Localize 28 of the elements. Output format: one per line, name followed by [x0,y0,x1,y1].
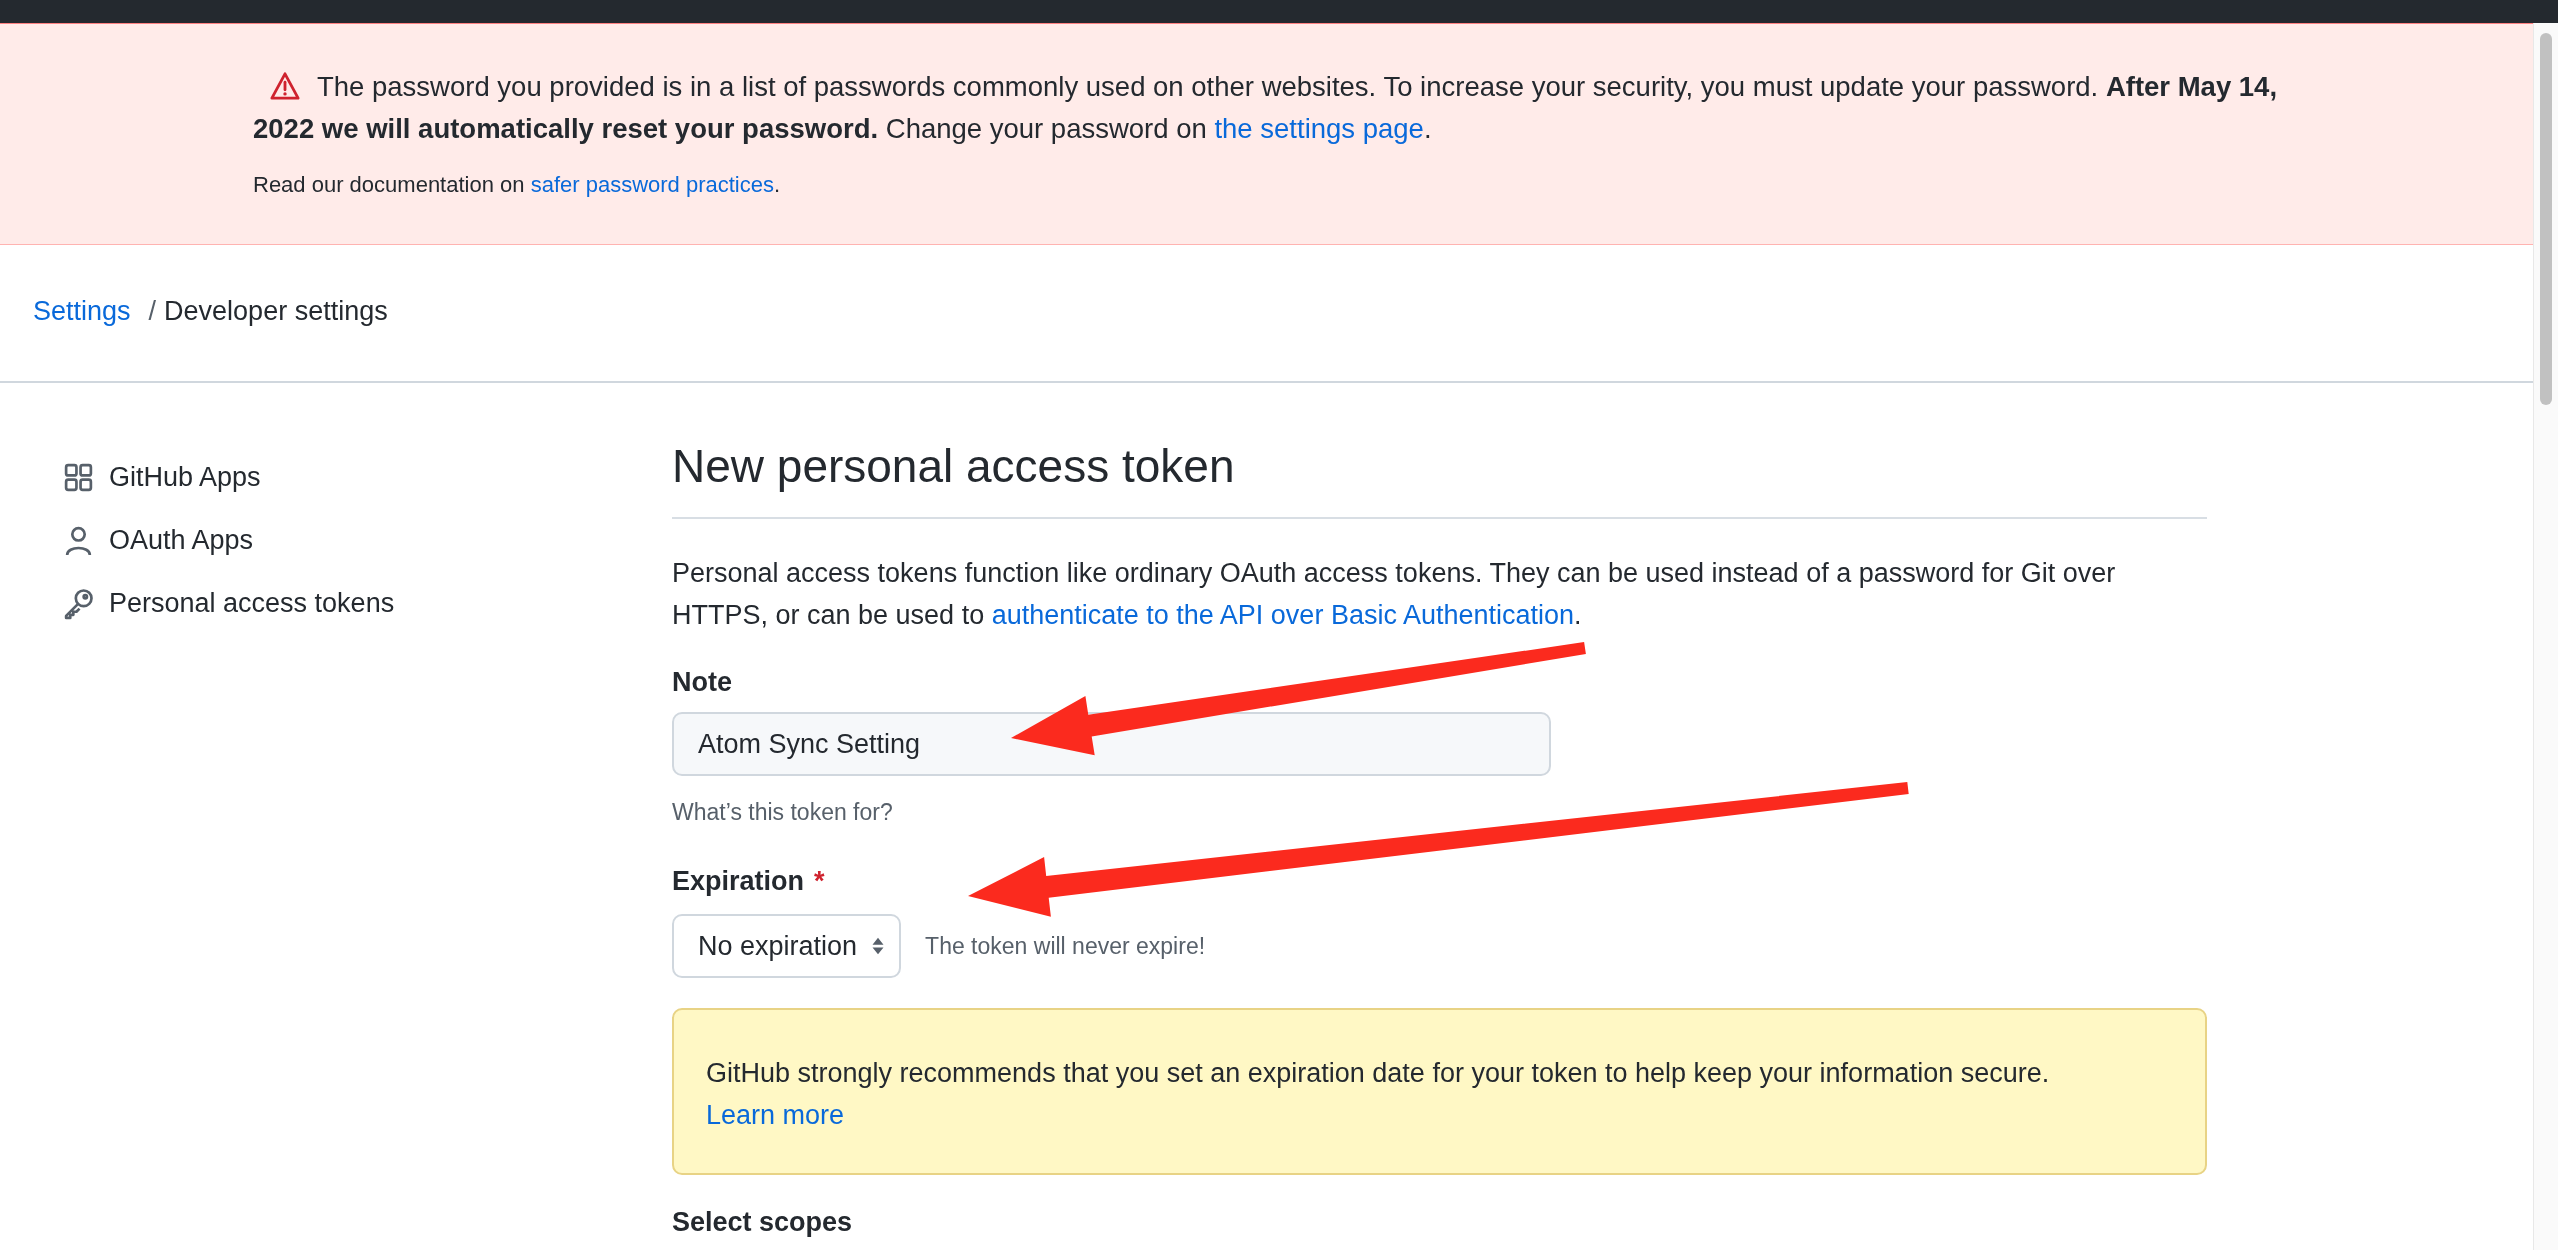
sidebar-item[interactable]: GitHub Apps [62,455,261,500]
field-hint: What’s this token for? [672,798,894,827]
breadcrumb-current: Developer settings [164,295,388,327]
section-heading: Select scopes [672,1206,854,1239]
note-field[interactable]: Atom Sync Setting [672,712,1551,776]
learn-more-link[interactable]: Learn more [706,1100,845,1130]
warning-message: The password you provided is in a list of passwords commonly used on other websites. To increase your security, you must update your password. After May 14, 2022 we will automatically reset your password. Change your password on the settings page. [253,70,2279,146]
expiration-select[interactable]: No expiration [672,914,902,978]
expiration-info: The token will never expire! [925,932,1206,960]
callout-text: GitHub strongly recommends that you set an expiration date for your token to help keep your information secure. [706,1057,2051,1090]
required-mark: * [814,865,825,898]
grid-icon [62,461,95,494]
warning-icon [269,71,301,101]
breadcrumb-link[interactable]: Settings [33,295,131,327]
settings-link[interactable]: the settings page [1214,113,1424,144]
sidebar-item[interactable]: OAuth Apps [62,518,254,563]
page-heading: New personal access token [672,435,2207,519]
key-icon [62,587,95,620]
field-label: Expiration [672,865,805,898]
field-label: Note [672,666,733,699]
api-auth-link[interactable]: authenticate to the API over Basic Authentication [991,600,1575,630]
breadcrumb-separator: / [148,295,157,327]
practices-link[interactable]: safer password practices [530,172,774,197]
scrollbar-thumb[interactable] [2540,33,2552,405]
sidebar-item[interactable]: Personal access tokens [62,581,395,626]
up-down-icon [871,935,886,957]
documentation-note: Read our documentation on safer password practices. [253,171,782,199]
description-text: Personal access tokens function like ordinary OAuth access tokens. They can be used instead of a password for Git over HTTPS, or can be used to authenticate to the API over Basic Authentication. [672,557,2117,632]
